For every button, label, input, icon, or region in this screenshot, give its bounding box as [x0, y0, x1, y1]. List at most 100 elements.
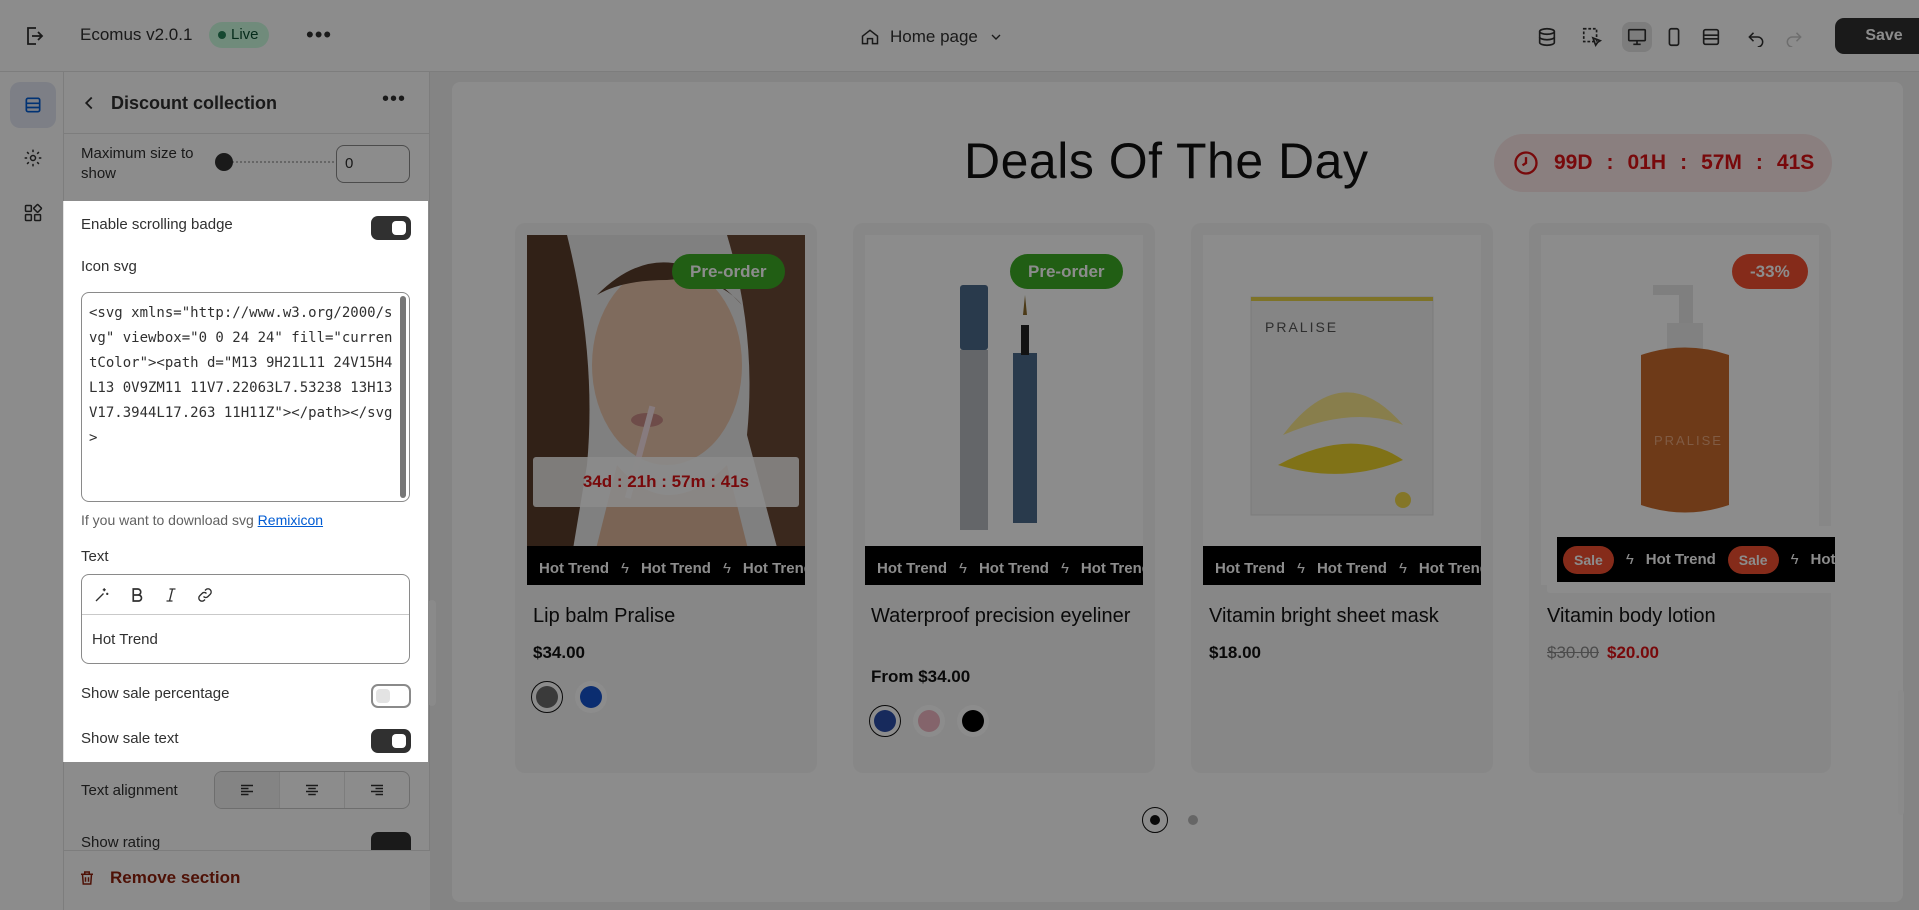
marquee-text: Hot Trend — [877, 560, 947, 577]
product-image-sheet-mask[interactable]: PRALISE Hot Trend ϟ Hot Trend ϟ Hot Tren… — [1203, 235, 1481, 585]
swatch[interactable] — [869, 705, 901, 737]
enable-badge-toggle[interactable] — [371, 216, 411, 240]
product-card[interactable]: PRALISE Hot Trend ϟ Hot Trend ϟ Hot Tren… — [1191, 223, 1493, 773]
show-rating-toggle[interactable] — [371, 832, 411, 850]
flash-icon: ϟ — [1625, 551, 1634, 568]
show-sale-pct-toggle[interactable] — [371, 684, 411, 708]
back-arrow-icon[interactable] — [78, 92, 102, 116]
sections-icon[interactable] — [10, 82, 56, 128]
gear-icon[interactable] — [10, 135, 56, 181]
enable-badge-label: Enable scrolling badge — [81, 216, 233, 233]
more-icon[interactable]: ••• — [306, 22, 332, 48]
max-size-label: Maximum size to show — [81, 145, 194, 182]
icon-svg-label: Icon svg — [81, 258, 137, 275]
inspector-icon[interactable] — [1577, 22, 1607, 52]
product-title[interactable]: Waterproof precision eyeliner — [871, 604, 1141, 628]
flash-icon: ϟ — [1790, 551, 1799, 568]
marquee-text: Hot Trend — [742, 560, 805, 577]
swatch-color-1 — [580, 686, 602, 708]
product-image-lip-balm[interactable]: Pre-order 34d : 21h : 57m : 41s Hot Tren… — [527, 235, 805, 585]
timer-days: 99D — [1554, 151, 1593, 174]
product-card[interactable]: -33% PRALISE Vitamin body lotion $30.00 $… — [1529, 223, 1831, 773]
preview-scrollbar[interactable] — [1898, 690, 1904, 815]
sale-pill: Sale — [1563, 545, 1614, 574]
undo-icon[interactable] — [1741, 22, 1771, 52]
remixicon-link[interactable]: Remixicon — [258, 512, 323, 528]
align-center-icon[interactable] — [279, 772, 344, 808]
redo-icon[interactable] — [1779, 22, 1809, 52]
marquee-text: Hot Trend — [1080, 560, 1143, 577]
marquee-text: Hot Trend — [640, 560, 711, 577]
timer-seconds: 41S — [1776, 151, 1815, 174]
icon-svg-textarea[interactable]: <svg xmlns="http://www.w3.org/2000/svg" … — [81, 292, 410, 502]
brand-label: PRALISE — [1265, 319, 1339, 335]
product-image-eyeliner[interactable]: Pre-order Hot Trend ϟ Hot Trend ϟ Hot Tr… — [865, 235, 1143, 585]
bold-icon[interactable] — [125, 583, 149, 607]
fullscreen-icon[interactable] — [1696, 22, 1726, 52]
show-sale-text-toggle[interactable] — [371, 729, 411, 753]
align-left-icon[interactable] — [215, 772, 279, 808]
swatch[interactable] — [575, 681, 607, 713]
hot-trend-marquee: Hot Trend ϟ Hot Trend ϟ Hot Trend — [1203, 546, 1481, 585]
product-countdown: 34d : 21h : 57m : 41s — [533, 457, 799, 507]
panel-scrollbar[interactable] — [428, 600, 436, 706]
svg-help-prefix: If you want to download svg — [81, 512, 258, 528]
save-button[interactable]: Save — [1835, 18, 1919, 54]
pagination-dot[interactable] — [1188, 815, 1198, 825]
swatch-color-0 — [536, 686, 558, 708]
discount-badge: -33% — [1732, 254, 1808, 289]
remove-section-label: Remove section — [110, 868, 241, 887]
marquee-text: Hot Trend — [978, 560, 1049, 577]
remove-section-button[interactable]: Remove section — [78, 868, 240, 888]
flash-icon: ϟ — [1297, 560, 1305, 577]
max-size-input[interactable]: 0 — [336, 145, 410, 183]
max-size-slider-track[interactable] — [224, 161, 334, 163]
marquee-text: Hot Trend — [1418, 560, 1481, 577]
svg-help-text: If you want to download svg Remixicon — [81, 512, 323, 528]
italic-icon[interactable] — [159, 583, 183, 607]
textarea-scrollbar[interactable] — [400, 296, 406, 498]
apps-icon[interactable] — [10, 190, 56, 236]
text-editor-value: Hot Trend — [92, 631, 158, 648]
max-size-slider-thumb[interactable] — [215, 153, 233, 171]
deals-heading: Deals Of The Day — [964, 133, 1369, 189]
marquee-text: Hot Trend — [1316, 560, 1387, 577]
marquee-text: Hot Trend — [1810, 551, 1835, 568]
left-rail — [0, 72, 64, 910]
swatch[interactable] — [957, 705, 989, 737]
swatch[interactable] — [531, 681, 563, 713]
show-sale-pct-label: Show sale percentage — [81, 685, 230, 702]
show-rating-label: Show rating — [81, 834, 161, 851]
exit-icon[interactable] — [22, 24, 46, 48]
page-selector[interactable]: Home page — [860, 24, 1004, 50]
product-title[interactable]: Lip balm Pralise — [533, 604, 803, 628]
show-sale-text-label: Show sale text — [81, 730, 179, 747]
pagination-dot-active[interactable] — [1142, 807, 1168, 833]
section-more-icon[interactable]: ••• — [382, 88, 406, 111]
color-swatches — [531, 681, 607, 713]
product-title[interactable]: Vitamin bright sheet mask — [1209, 604, 1479, 628]
database-icon[interactable] — [1532, 22, 1562, 52]
flash-icon: ϟ — [1060, 560, 1069, 577]
timer-minutes: 57M — [1701, 151, 1742, 174]
align-right-icon[interactable] — [344, 772, 409, 808]
product-title[interactable]: Vitamin body lotion — [1547, 604, 1817, 628]
text-label: Text — [81, 548, 109, 565]
product-price: $18.00 — [1209, 643, 1261, 662]
text-editor[interactable]: Hot Trend — [81, 574, 410, 664]
price-new: $20.00 — [1607, 643, 1659, 662]
product-card[interactable]: Pre-order Hot Trend ϟ Hot Trend ϟ Hot Tr… — [853, 223, 1155, 773]
marquee-text: Hot Trend — [1645, 551, 1716, 568]
panel-footer: Remove section — [64, 850, 430, 910]
top-bar: Ecomus v2.0.1 Live ••• Home page Save — [0, 0, 1919, 72]
mobile-view-icon[interactable] — [1659, 22, 1689, 52]
panel-title: Discount collection — [111, 93, 278, 113]
swatch[interactable] — [913, 705, 945, 737]
timer-hours: 01H — [1627, 151, 1667, 174]
carousel-pagination — [1142, 807, 1198, 833]
sale-marquee: Sale ϟ Hot Trend Sale ϟ Hot Trend — [1557, 537, 1835, 582]
product-card[interactable]: Pre-order 34d : 21h : 57m : 41s Hot Tren… — [515, 223, 817, 773]
magic-icon[interactable] — [90, 583, 114, 607]
desktop-view-icon[interactable] — [1622, 22, 1652, 52]
link-icon[interactable] — [193, 583, 217, 607]
